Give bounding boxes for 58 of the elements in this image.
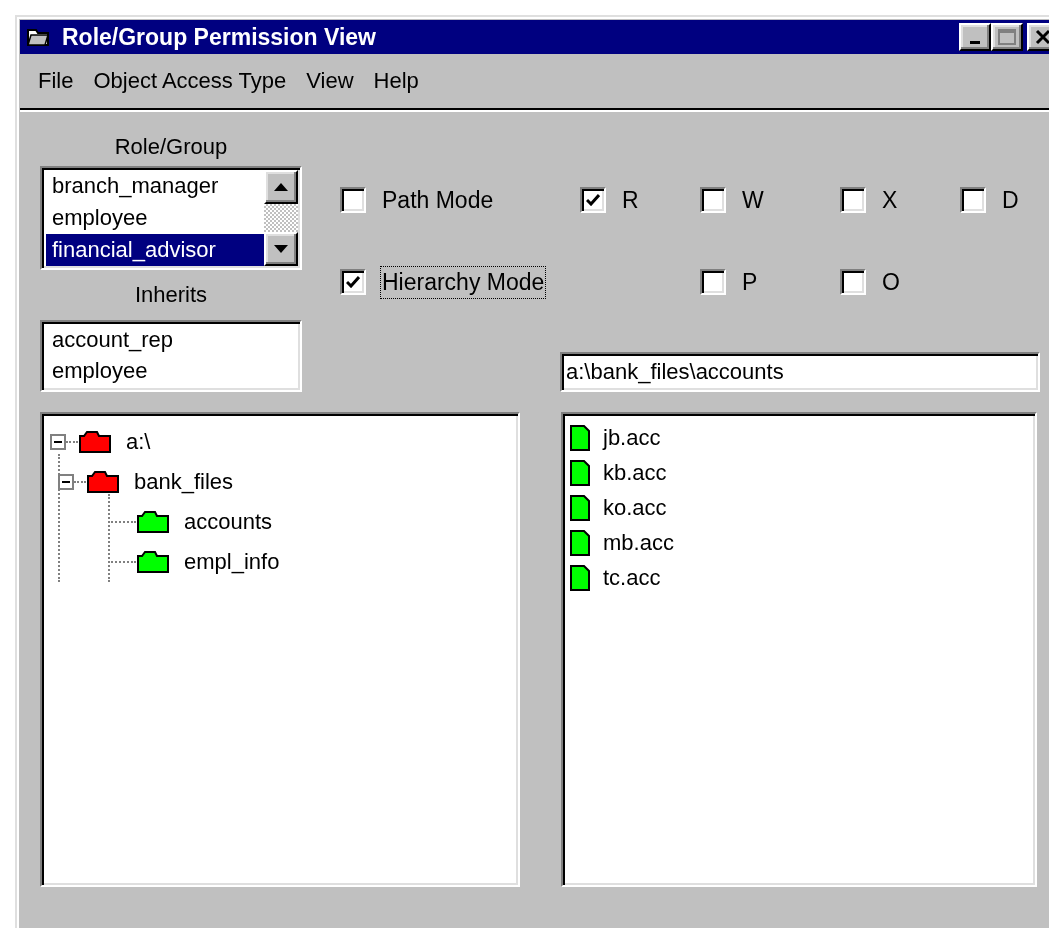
minimize-button[interactable] [959,23,991,51]
menu-item[interactable]: Object Access Type [83,64,297,98]
document-list-entry[interactable]: ko.acc [603,494,667,521]
maximize-icon [998,29,1016,45]
up-triangle-icon [274,183,288,191]
checkbox-label[interactable]: Hierarchy Mode [380,265,547,299]
checkbox-label[interactable]: R [620,183,641,217]
list-item[interactable]: financial_advisor [46,234,264,266]
checkbox-label[interactable]: W [740,183,766,217]
tree-item[interactable]: a:\ [126,429,151,455]
checkbox[interactable] [700,269,726,295]
minimize-icon [970,40,980,44]
scroll-up-button[interactable] [264,170,298,204]
document-list-entry[interactable]: jb.acc [603,424,661,451]
checkbox[interactable] [580,187,606,213]
checkbox-label[interactable]: D [1000,183,1021,217]
list-item[interactable]: employee [46,355,298,386]
checkmark-icon [346,276,360,288]
document-list-entry[interactable]: kb.acc [603,459,667,486]
maximize-button[interactable] [991,23,1023,51]
window-title: Role/Group Permission View [62,23,377,51]
checkbox-label[interactable]: P [740,265,760,299]
list-item[interactable]: branch_manager [46,170,264,202]
close-icon [1035,29,1049,45]
checkbox[interactable] [960,187,986,213]
tree-item[interactable]: bank_files [134,469,234,495]
menu-item[interactable]: View [296,64,364,98]
checkbox[interactable] [700,187,726,213]
document-list-entry[interactable]: tc.acc [603,564,661,591]
list-item[interactable]: account_rep [46,324,298,355]
checkbox-label[interactable]: X [880,183,900,217]
checkbox-label[interactable]: O [880,265,902,299]
inherits-label: Inherits [134,281,208,309]
down-triangle-icon [274,245,288,253]
menu-item[interactable]: File [28,64,84,98]
checkbox-label[interactable]: Path Mode [380,183,496,217]
file-icon [569,493,591,522]
checkbox[interactable] [340,187,366,213]
checkbox[interactable] [840,187,866,213]
document-list-entry[interactable]: mb.acc [603,529,674,556]
tree-item[interactable]: empl_info [184,549,280,575]
checkbox[interactable] [340,269,366,295]
collapse-toggle-icon[interactable] [50,434,66,450]
checkbox[interactable] [840,269,866,295]
role-group-list[interactable]: branch_manager employee financial_advisor [40,166,302,270]
file-icon [569,423,591,452]
file-icon [569,563,591,592]
checkmark-icon [586,194,600,206]
scrollbar-track[interactable] [264,204,298,232]
file-icon [569,528,591,557]
role-group-label: Role/Group [114,133,228,161]
menu-item[interactable]: Help [363,64,429,98]
scroll-down-button[interactable] [264,232,298,266]
tree-item[interactable]: accounts [184,509,273,535]
collapse-toggle-icon[interactable] [58,474,74,490]
file-icon [569,458,591,487]
list-item[interactable]: employee [46,202,264,234]
path-field[interactable]: a:\bank_files\accounts [560,352,1040,392]
